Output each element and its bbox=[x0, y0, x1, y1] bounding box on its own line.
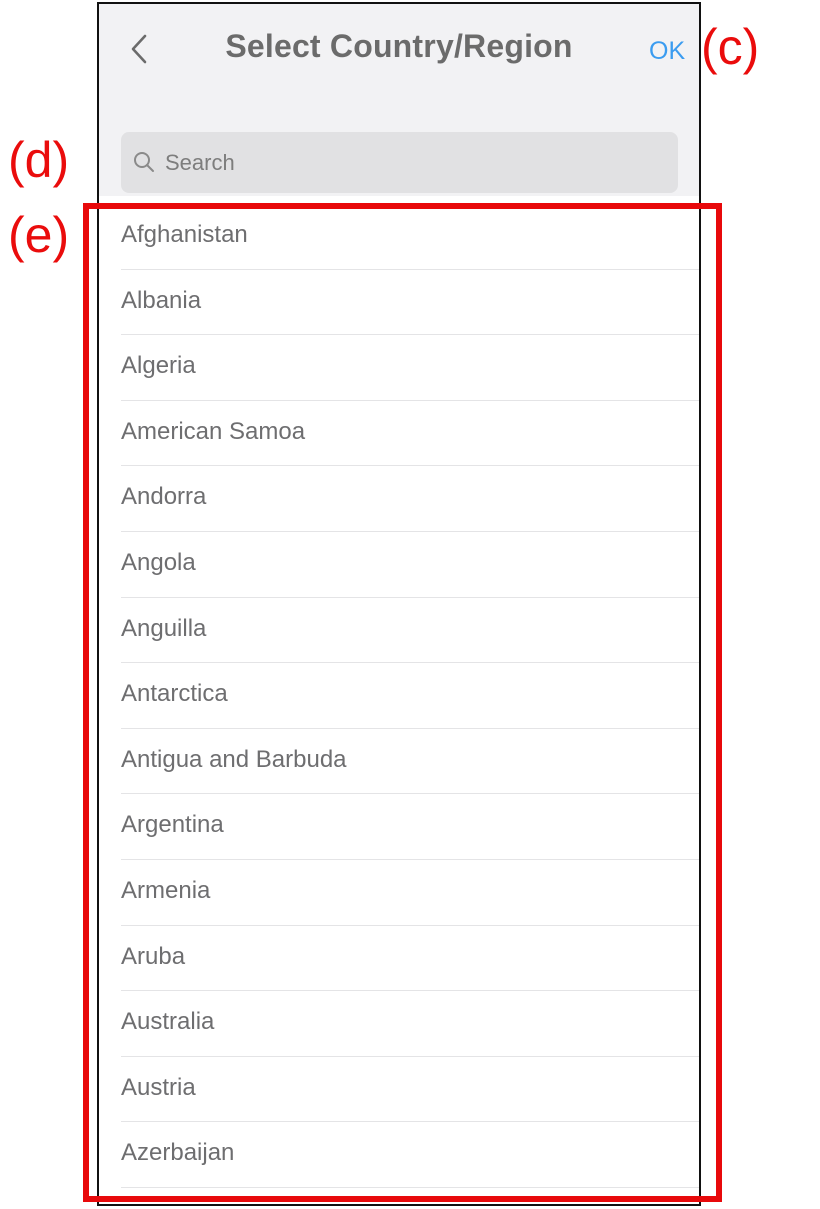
country-name: Austria bbox=[121, 1073, 196, 1101]
phone-screen: Select Country/Region OK Afghanistan Alba… bbox=[97, 2, 701, 1206]
list-item[interactable]: Afghanistan bbox=[99, 204, 699, 270]
list-item[interactable]: Algeria bbox=[99, 335, 699, 401]
list-item[interactable]: American Samoa bbox=[99, 401, 699, 467]
list-item[interactable]: Aruba bbox=[99, 926, 699, 992]
list-item[interactable]: Austria bbox=[99, 1057, 699, 1123]
list-item[interactable]: Argentina bbox=[99, 794, 699, 860]
country-name: Antigua and Barbuda bbox=[121, 745, 347, 773]
list-item[interactable]: Albania bbox=[99, 270, 699, 336]
country-name: Antarctica bbox=[121, 680, 228, 708]
list-item[interactable]: Armenia bbox=[99, 860, 699, 926]
country-name: Anguilla bbox=[121, 614, 207, 642]
annotation-label-c: (c) bbox=[701, 19, 760, 75]
country-list: Afghanistan Albania Algeria American Samoa A… bbox=[99, 204, 699, 1188]
list-item[interactable]: Azerbaijan bbox=[99, 1122, 699, 1188]
country-name: Andorra bbox=[121, 483, 207, 511]
list-item[interactable]: Anguilla bbox=[99, 598, 699, 664]
country-name: American Samoa bbox=[121, 417, 306, 445]
search-input[interactable] bbox=[163, 142, 667, 184]
list-item[interactable]: Australia bbox=[99, 991, 699, 1057]
annotation-label-e: (e) bbox=[8, 207, 70, 263]
country-name: Algeria bbox=[121, 352, 196, 380]
ok-button[interactable]: OK bbox=[649, 37, 685, 66]
list-item[interactable]: Antigua and Barbuda bbox=[99, 729, 699, 795]
search-icon bbox=[134, 152, 154, 172]
country-name: Angola bbox=[121, 548, 196, 576]
country-name: Afghanistan bbox=[121, 221, 248, 248]
list-item[interactable]: Antarctica bbox=[99, 663, 699, 729]
annotation-label-d: (d) bbox=[8, 132, 70, 188]
country-name: Aruba bbox=[121, 942, 186, 970]
country-name: Albania bbox=[121, 286, 202, 314]
list-item[interactable]: Angola bbox=[99, 532, 699, 598]
country-name: Azerbaijan bbox=[121, 1139, 235, 1167]
list-item[interactable]: Andorra bbox=[99, 466, 699, 532]
page-title: Select Country/Region bbox=[225, 28, 573, 64]
search-bar[interactable] bbox=[121, 132, 678, 193]
divider bbox=[121, 1186, 699, 1188]
nav-header: Select Country/Region OK bbox=[99, 4, 699, 196]
country-name: Armenia bbox=[121, 876, 211, 904]
country-name: Australia bbox=[121, 1008, 215, 1036]
country-name: Argentina bbox=[121, 811, 224, 839]
